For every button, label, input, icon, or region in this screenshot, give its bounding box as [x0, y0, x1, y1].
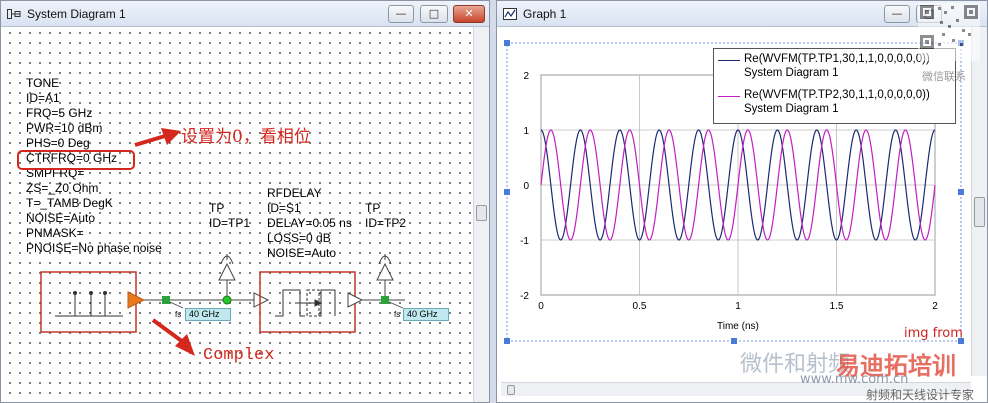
schematic-vertical-scrollbar[interactable]: [473, 27, 489, 402]
graph-hscroll-thumb[interactable]: [507, 385, 515, 395]
legend-line-tp1: [718, 60, 740, 61]
fs-label-2: fs: [394, 310, 401, 319]
legend-line-tp2: [718, 96, 740, 97]
window-title: System Diagram 1: [27, 7, 126, 21]
graph-icon: [503, 8, 517, 20]
qr-code-watermark: [918, 3, 980, 61]
fs-label-1: fs: [175, 310, 182, 319]
sample-freq-tag-2[interactable]: 40 GHz: [403, 308, 449, 321]
graph-vertical-scrollbar[interactable]: [971, 27, 987, 376]
node-tp1: [222, 295, 232, 305]
node-square-1: [162, 296, 170, 304]
schematic-icon: [7, 9, 21, 19]
legend-item-tp1[interactable]: Re(WVFM(TP.TP1,30,1,1,0,0,0,0,0)) System…: [718, 53, 951, 83]
annotation-complex-text: Complex: [203, 346, 275, 365]
annotation-arrow-phase: [134, 128, 181, 147]
watermark-brand: 射频和天线设计专家: [866, 388, 975, 402]
graph-scrollbar-thumb[interactable]: [974, 197, 985, 227]
maximize-button[interactable]: □: [420, 5, 448, 23]
legend-item-tp2[interactable]: Re(WVFM(TP.TP2,30,1,1,0,0,0,0,0)) System…: [718, 89, 951, 119]
tp1-probe-icon: [218, 262, 236, 281]
watermark-img-from: img from: [904, 326, 963, 341]
sample-freq-tag-1[interactable]: 40 GHz: [185, 308, 231, 321]
schematic-graphics: [40, 128, 405, 356]
scrollbar-thumb[interactable]: [476, 205, 487, 221]
rfdelay-block: [259, 271, 356, 333]
watermark-wechat: 微信联系: [922, 70, 966, 83]
tp2-probe-icon: [376, 262, 394, 281]
system-diagram-titlebar[interactable]: System Diagram 1 — □ ✕: [1, 1, 489, 27]
annotation-phase-text: 设置为0，看相位: [181, 127, 311, 147]
node-square-2: [381, 296, 389, 304]
system-diagram-window: System Diagram 1 — □ ✕ TONE ID=A1 FRQ=5 …: [0, 0, 490, 403]
graph-window-title: Graph 1: [523, 7, 567, 21]
watermark-url: www.mw.com.cn: [800, 372, 909, 387]
rfdelay-icon: [275, 289, 336, 317]
annotation-arrow-complex: [151, 318, 195, 356]
close-button[interactable]: ✕: [453, 5, 485, 23]
graph-titlebar[interactable]: Graph 1 — □: [497, 1, 987, 27]
minimize-button[interactable]: —: [388, 5, 414, 23]
x-axis-label: Time (ns): [717, 321, 759, 332]
graph-window: Graph 1 — □ 00.511.52210-1-2 Re(WVFM(TP.…: [496, 0, 988, 403]
tone-spectrum-icon: [55, 291, 123, 317]
graph-minimize-button[interactable]: —: [884, 5, 910, 23]
tone-block: [40, 271, 137, 333]
schematic-canvas[interactable]: TONE ID=A1 FRQ=5 GHz PWR=10 dBm PHS=0 De…: [5, 28, 473, 398]
